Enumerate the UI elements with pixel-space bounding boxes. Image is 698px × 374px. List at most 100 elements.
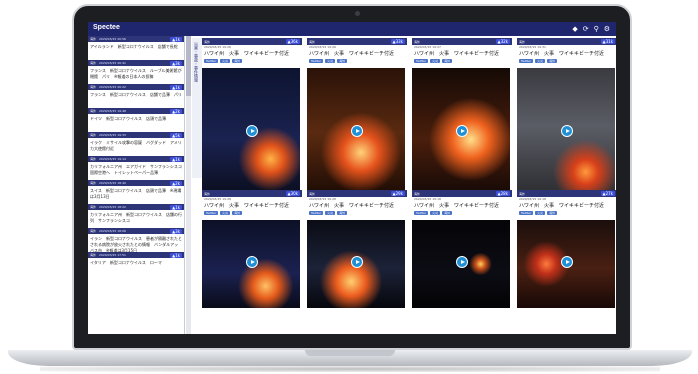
headline: イタリア 新型コロナウイルス ローマ (90, 260, 162, 265)
play-icon[interactable] (246, 125, 258, 137)
news-card[interactable]: 海外 ▲29k 2020/03/15 19:28 ハワイ州 火事 ワイキキビーチ付近 T… (307, 190, 407, 334)
category-tag: 海外 (90, 181, 97, 185)
card-grid: 海外 ▲36k 2020/03/15 19:26 ハワイ州 火事 ワイキキビーチ付近 T… (202, 38, 616, 334)
tag-chip[interactable]: Twitter (309, 211, 324, 215)
list-item[interactable]: 海外 2020/03/15 18:40 ▲2k スイス 新型コロナウイルス 店頭で品薄… (88, 180, 184, 204)
play-icon[interactable] (246, 256, 258, 268)
count-badge: ▲30k (285, 191, 300, 196)
play-icon[interactable] (456, 256, 468, 268)
tag-chip[interactable]: 火災 (535, 211, 546, 215)
play-icon[interactable] (561, 256, 573, 268)
card-header: 海外 ▲33k (307, 38, 407, 45)
list-item[interactable]: 海外 2020/03/15 17:51 ▲1k イタリア 新型コロナウイルス ローマ (88, 252, 184, 276)
headline: スイス 新型コロナウイルス 店頭で品薄 ※現場は3月13日 (90, 188, 182, 199)
timestamp: 2020/03/15 19:14 (99, 157, 126, 161)
count-badge: ▲29k (390, 191, 405, 196)
card-title: ハワイ州 火事 ワイキキビーチ付近 (519, 51, 605, 57)
list-item[interactable]: 海外 2020/03/15 20:22 ▲1k フランス 新型コロナウイルス 店舗で品… (88, 84, 184, 108)
category-tag: 海外 (519, 191, 526, 196)
scrollbar-thumb[interactable] (186, 36, 191, 96)
tag-chip[interactable]: Twitter (519, 211, 534, 215)
list-item[interactable]: 海外 2020/03/15 18:22 ▲1k カリフォルニア州 新型コロナウイルス … (88, 204, 184, 228)
tag-chip[interactable]: 火災 (325, 59, 336, 63)
card-header: 海外 ▲36k (202, 38, 302, 45)
tag-chip[interactable]: Twitter (204, 59, 219, 63)
tag-chip[interactable]: Twitter (204, 211, 219, 215)
video-thumbnail[interactable] (202, 220, 300, 308)
news-card[interactable]: 海外 ▲28k 2020/03/15 19:18 ハワイ州 火事 ワイキキビーチ付近 T… (412, 190, 512, 334)
tag-chip[interactable]: Twitter (414, 59, 429, 63)
tag-chip[interactable]: 火災 (325, 211, 336, 215)
category-tag: 海外 (414, 39, 421, 44)
count-badge: ▲5k (170, 132, 182, 138)
list-item[interactable]: 海外 2020/03/15 19:33 ▲5k イラク ミサイル攻撃の容疑 バグダッド… (88, 132, 184, 156)
category-tag: 海外 (414, 191, 421, 196)
list-item[interactable]: 海外 2020/03/15 18:06 ▲3k イラン 新型コロナウイルス 患者が隔離… (88, 228, 184, 253)
headline: カリフォルニア州 エアガイド サンフランシスコ国際空港へ トイレットペーパー品薄 (90, 164, 182, 175)
tag-chip[interactable]: 火災 (220, 59, 231, 63)
tag-chip[interactable]: 海外 (337, 211, 348, 215)
video-thumbnail[interactable] (202, 68, 300, 198)
play-icon[interactable] (561, 125, 573, 137)
count-badge: ▲28k (495, 191, 510, 196)
app-screen: Spectee ◆ ⟳ ⚲ ⚙ 海外 2020/03/15 20:56 ▲1k アイル… (88, 22, 616, 334)
list-item[interactable]: 海外 2020/03/15 19:14 ▲1k カリフォルニア州 エアガイド サンフラ… (88, 156, 184, 180)
tag-chip[interactable]: 海外 (442, 59, 453, 63)
tag-chip[interactable]: 海外 (547, 59, 558, 63)
tag-chip[interactable]: 火災 (220, 211, 231, 215)
tag-chip[interactable]: 海外 (337, 59, 348, 63)
count-badge: ▲1k (170, 204, 182, 210)
tag-chip[interactable]: 海外 (232, 211, 243, 215)
headline: アイルランド 新型コロナウイルス 店舗で長蛇 (90, 44, 178, 49)
video-thumbnail[interactable] (307, 68, 405, 198)
tag-chip[interactable]: 海外 (442, 211, 453, 215)
category-tag: 海外 (309, 39, 316, 44)
card-title: ハワイ州 火事 ワイキキビーチ付近 (309, 51, 395, 57)
list-item[interactable]: 海外 2020/03/15 20:56 ▲1k アイルランド 新型コロナウイルス 店舗… (88, 36, 184, 60)
tag-chips: Twitter 火災 海外 (307, 58, 407, 64)
count-badge: ▲1k (170, 36, 182, 42)
play-icon[interactable] (456, 125, 468, 137)
tag-chip[interactable]: Twitter (519, 59, 534, 63)
list-item-header: 海外 2020/03/15 20:22 ▲1k (88, 84, 184, 90)
headline: フランス 新型コロナウイルス ルーブル美術館が閉館 パリ ※報道の日本人の投稿 (90, 68, 182, 79)
list-item[interactable]: 海外 2020/03/15 19:48 ▲2k ドイツ 新型コロナウイルス 店頭で品薄 (88, 108, 184, 132)
tag-chip[interactable]: Twitter (309, 59, 324, 63)
tag-chip[interactable]: 海外 (232, 59, 243, 63)
list-item[interactable]: 海外 2020/03/15 20:41 ▲3k フランス 新型コロナウイルス ルーブル… (88, 60, 184, 84)
video-thumbnail[interactable] (412, 220, 510, 308)
timestamp: 2020/03/15 20:22 (99, 85, 126, 89)
count-badge: ▲1k (170, 84, 182, 90)
tag-chips: Twitter 火災 海外 (517, 210, 616, 216)
video-thumbnail[interactable] (517, 220, 615, 308)
refresh-icon[interactable]: ⟳ (583, 24, 589, 34)
list-item-header: 海外 2020/03/15 19:48 ▲2k (88, 108, 184, 114)
play-icon[interactable] (351, 125, 363, 137)
count-badge: ▲1k (170, 252, 182, 258)
news-card[interactable]: 海外 ▲31k 2020/03/15 19:31 ハワイ州 火事 ワイキキビーチ付近 T… (517, 38, 616, 214)
tag-chip[interactable]: 海外 (547, 211, 558, 215)
settings-icon[interactable]: ⚙ (604, 24, 610, 34)
news-card[interactable]: 海外 ▲32k 2020/03/15 19:27 ハワイ州 火事 ワイキキビーチ付近 T… (412, 38, 512, 214)
tag-chips: Twitter 火災 海外 (202, 210, 302, 216)
tag-chips: Twitter 火災 海外 (202, 58, 302, 64)
news-card[interactable]: 海外 ▲30k 2020/03/15 19:28 ハワイ州 火事 ワイキキビーチ付近 T… (202, 190, 302, 334)
news-card[interactable]: 海外 ▲27k 2020/03/15 19:18 ハワイ州 火事 ワイキキビーチ付近 T… (517, 190, 616, 334)
category-tag: 海外 (204, 191, 211, 196)
bell-icon[interactable]: ◆ (572, 24, 577, 34)
news-card[interactable]: 海外 ▲36k 2020/03/15 19:26 ハワイ州 火事 ワイキキビーチ付近 T… (202, 38, 302, 214)
card-header: 海外 ▲28k (412, 190, 512, 197)
video-thumbnail[interactable] (307, 220, 405, 308)
count-badge: ▲2k (170, 180, 182, 186)
video-thumbnail[interactable] (412, 68, 510, 198)
video-thumbnail[interactable] (517, 68, 615, 198)
tag-chip[interactable]: 火災 (535, 59, 546, 63)
news-card[interactable]: 海外 ▲33k 2020/03/15 19:26 ハワイ州 火事 ワイキキビーチ付近 T… (307, 38, 407, 214)
category-tag: 海外 (90, 37, 97, 41)
tag-chip[interactable]: 火災 (430, 211, 441, 215)
search-icon[interactable]: ⚲ (594, 24, 599, 34)
play-icon[interactable] (351, 256, 363, 268)
sidebar-scrollbar[interactable] (186, 36, 191, 334)
tag-chip[interactable]: 火災 (430, 59, 441, 63)
tag-chip[interactable]: Twitter (414, 211, 429, 215)
